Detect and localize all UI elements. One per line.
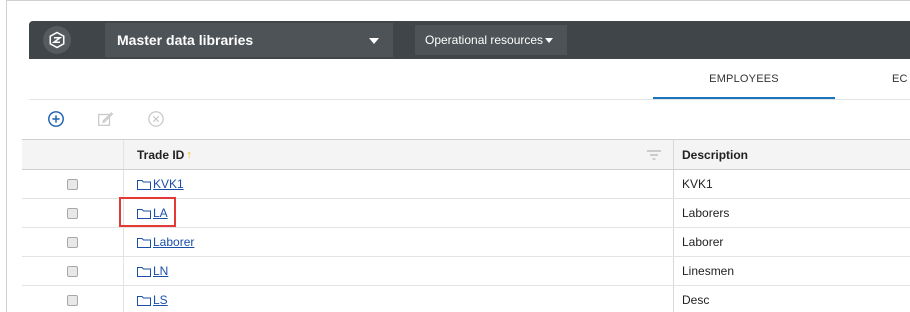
library-dropdown[interactable]: Master data libraries	[105, 23, 393, 57]
description-text: Desc	[682, 293, 710, 307]
resource-dropdown[interactable]: Operational resources	[415, 25, 567, 55]
row-checkbox[interactable]	[67, 178, 78, 190]
description-text: Laborer	[682, 235, 724, 249]
column-header-trade-id-label: Trade ID	[137, 147, 185, 162]
select-all-cell	[22, 140, 123, 169]
chevron-down-icon	[545, 38, 553, 43]
library-dropdown-label: Master data libraries	[117, 32, 254, 48]
trade-id-link[interactable]: LA	[153, 206, 168, 220]
row-checkbox-cell	[22, 257, 123, 285]
tab-divider	[29, 99, 910, 100]
app-frame: Master data libraries Operational resour…	[6, 0, 910, 312]
add-button[interactable]	[46, 109, 66, 129]
trade-id-cell: LN	[123, 257, 674, 285]
description-cell: KVK1	[674, 170, 910, 198]
trade-id-cell: LA	[123, 199, 674, 227]
tab-employees[interactable]: EMPLOYEES	[653, 73, 835, 99]
row-checkbox[interactable]	[67, 294, 78, 306]
table-row[interactable]: LS Desc	[22, 286, 910, 312]
row-checkbox[interactable]	[67, 265, 78, 277]
column-header-description[interactable]: Description	[674, 140, 910, 169]
row-checkbox-cell	[22, 170, 123, 198]
table-header-row: Trade ID ↑ Description	[22, 140, 910, 170]
table-row[interactable]: LN Linesmen	[22, 257, 910, 286]
tab-employees-label: EMPLOYEES	[709, 73, 779, 85]
description-text: Laborers	[682, 206, 730, 220]
edit-icon	[98, 112, 114, 126]
delete-button[interactable]	[146, 109, 166, 129]
column-header-trade-id[interactable]: Trade ID ↑	[123, 140, 674, 169]
app-logo-icon[interactable]	[43, 26, 71, 54]
table-row[interactable]: KVK1 KVK1	[22, 170, 910, 199]
row-checkbox-cell	[22, 228, 123, 256]
description-cell: Linesmen	[674, 257, 910, 285]
description-cell: Laborer	[674, 228, 910, 256]
tab-equipment[interactable]: EC	[892, 73, 910, 99]
folder-icon	[137, 179, 151, 190]
row-checkbox-cell	[22, 199, 123, 227]
close-circle-icon	[148, 111, 164, 127]
trade-id-link[interactable]: LS	[153, 293, 168, 307]
folder-icon	[137, 237, 151, 248]
trade-id-cell: Laborer	[123, 228, 674, 256]
folder-icon	[137, 208, 151, 219]
tab-equipment-label: EC	[892, 73, 908, 85]
row-checkbox-cell	[22, 286, 123, 312]
trade-id-link[interactable]: Laborer	[153, 235, 194, 249]
hexagon-logo-icon	[49, 31, 65, 49]
column-header-description-label: Description	[682, 147, 749, 162]
row-checkbox[interactable]	[67, 207, 78, 219]
row-checkbox[interactable]	[67, 236, 78, 248]
filter-icon[interactable]	[647, 150, 661, 160]
description-text: Linesmen	[682, 264, 735, 278]
trades-table: Trade ID ↑ Description KVK1 KVK1 LA Labo…	[22, 139, 910, 312]
chevron-down-icon	[369, 38, 379, 44]
table-row[interactable]: LA Laborers	[22, 199, 910, 228]
trade-id-link[interactable]: LN	[153, 264, 168, 278]
edit-button[interactable]	[95, 109, 115, 129]
trade-id-cell: LS	[123, 286, 674, 312]
trade-id-cell: KVK1	[123, 170, 674, 198]
table-row[interactable]: Laborer Laborer	[22, 228, 910, 257]
plus-circle-icon	[48, 111, 64, 127]
trade-id-link[interactable]: KVK1	[153, 177, 184, 191]
resource-dropdown-label: Operational resources	[425, 33, 544, 47]
folder-icon	[137, 295, 151, 306]
top-bar: Master data libraries Operational resour…	[29, 21, 910, 59]
folder-icon	[137, 266, 151, 277]
description-cell: Desc	[674, 286, 910, 312]
description-cell: Laborers	[674, 199, 910, 227]
description-text: KVK1	[682, 177, 713, 191]
sort-ascending-icon: ↑	[186, 148, 192, 161]
